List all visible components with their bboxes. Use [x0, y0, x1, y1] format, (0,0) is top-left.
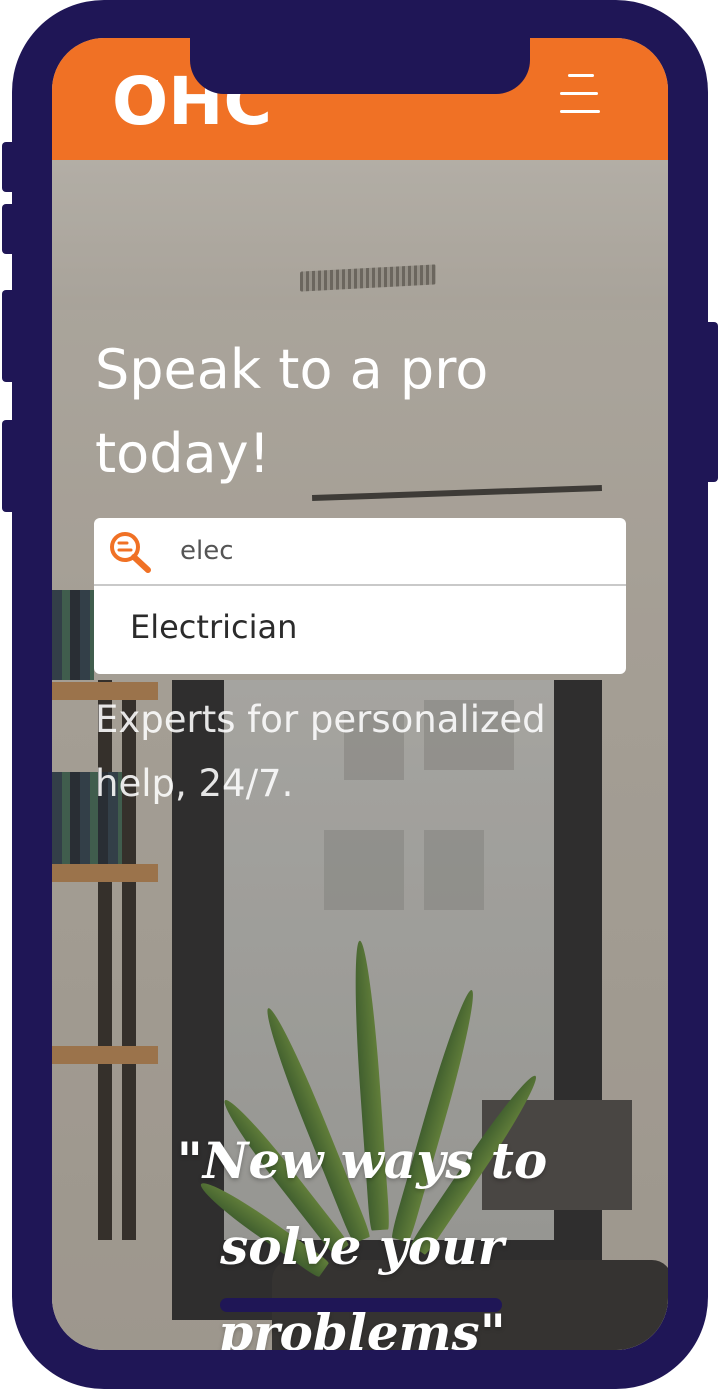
search-input[interactable] — [180, 528, 600, 574]
quote-text: "New ways to solve your problems" — [176, 1131, 548, 1350]
phone-screen: OHC Speak to a pro today! Electrician Ex… — [52, 38, 668, 1350]
suggestion-label: Electrician — [130, 608, 298, 646]
search-icon — [110, 532, 151, 573]
search-suggestion-electrician[interactable]: Electrician — [94, 586, 626, 674]
phone-notch — [190, 38, 530, 94]
hero-subtitle: Experts for personalized help, 24/7. — [95, 698, 546, 805]
hamburger-icon[interactable] — [556, 72, 604, 118]
search-bar[interactable] — [94, 518, 626, 584]
hero-title: Speak to a pro today! — [95, 338, 489, 485]
home-indicator — [220, 1298, 502, 1312]
